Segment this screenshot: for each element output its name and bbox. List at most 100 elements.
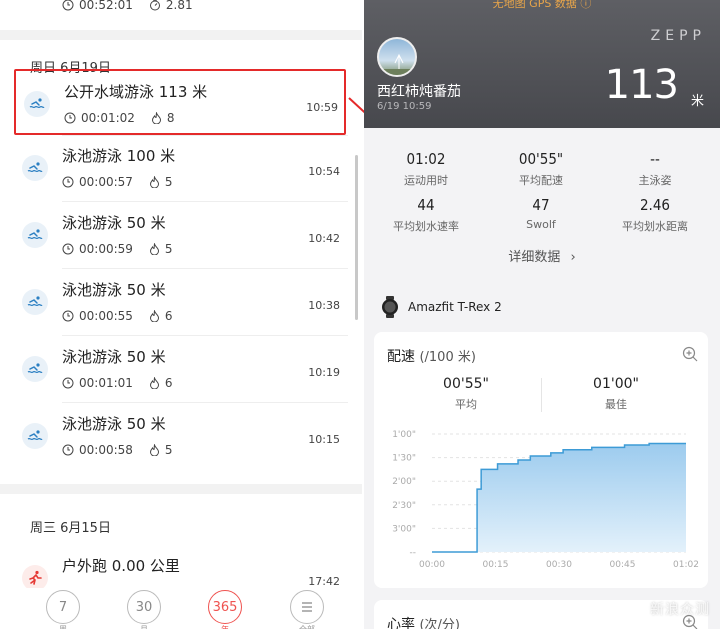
flame-icon bbox=[149, 176, 159, 188]
gps-note[interactable]: 无地图 GPS 数据 ⓘ bbox=[364, 0, 720, 11]
x-tick-label: 00:15 bbox=[483, 560, 509, 570]
item-duration: 00:01:01 bbox=[79, 376, 133, 390]
section-separator bbox=[0, 484, 362, 494]
item-meta: 00:01:02 8 bbox=[64, 111, 191, 125]
tab-month-label: 月 bbox=[127, 624, 161, 629]
user-name: 西红柿炖番茄 bbox=[377, 84, 461, 100]
stat-main-stroke: -- 主泳姿 bbox=[638, 150, 672, 187]
period-tabbar: 7 周 30 月 365 年 全部 bbox=[0, 588, 362, 629]
heart-rate-card-title: 心率 (次/分) bbox=[387, 617, 460, 629]
list-item[interactable]: 泳池游泳 50 米 00:01:01 6 10:19 bbox=[14, 336, 346, 402]
distance-value: 113 bbox=[604, 62, 679, 108]
item-calories: 6 bbox=[164, 309, 173, 323]
watch-icon bbox=[382, 296, 398, 318]
clock-icon bbox=[62, 310, 74, 322]
tab-year-label: 年 bbox=[208, 624, 242, 629]
item-time: 10:42 bbox=[308, 232, 340, 245]
stat-stroke-rate: 44 平均划水速率 bbox=[393, 196, 459, 233]
x-tick-label: 00:30 bbox=[546, 560, 572, 570]
item-title: 泳池游泳 50 米 bbox=[62, 415, 166, 433]
swim-icon bbox=[24, 91, 50, 117]
tab-week-label: 周 bbox=[46, 624, 80, 629]
y-tick-label: 1'00" bbox=[392, 430, 416, 440]
avatar[interactable] bbox=[377, 37, 417, 77]
item-time: 10:38 bbox=[308, 299, 340, 312]
list-item[interactable]: 泳池游泳 100 米 00:00:57 5 10:54 bbox=[14, 135, 346, 201]
pace-best: 01'00" 最佳 bbox=[593, 376, 639, 411]
item-title: 泳池游泳 100 米 bbox=[62, 147, 176, 165]
clock-icon bbox=[62, 444, 74, 456]
y-tick-label: 3'00" bbox=[392, 524, 416, 534]
item-time: 10:54 bbox=[308, 165, 340, 178]
y-tick-label: -- bbox=[410, 548, 417, 558]
item-meta: 00:00:59 5 bbox=[62, 242, 189, 256]
clock-icon bbox=[62, 243, 74, 255]
item-title: 公开水域游泳 113 米 bbox=[64, 83, 208, 101]
flame-icon bbox=[149, 310, 159, 322]
item-calories: 5 bbox=[164, 175, 173, 189]
list-item[interactable]: 泳池游泳 50 米 00:00:59 5 10:42 bbox=[14, 202, 346, 268]
tab-year[interactable]: 365 bbox=[208, 590, 242, 624]
pace-avg: 00'55" 平均 bbox=[443, 376, 489, 411]
swim-icon bbox=[22, 423, 48, 449]
x-tick-label: 01:02 bbox=[673, 560, 699, 570]
detail-data-link[interactable]: 详细数据 › bbox=[364, 246, 720, 265]
pace-card: 配速 (/100 米) 00'55" 平均 01'00" 最佳 1'00" 1'3… bbox=[374, 332, 708, 588]
tab-week[interactable]: 7 bbox=[46, 590, 80, 624]
pace-area bbox=[432, 443, 686, 552]
item-meta: 00:00:58 5 bbox=[62, 443, 189, 457]
tab-all[interactable] bbox=[290, 590, 324, 624]
item-duration: 00:00:55 bbox=[79, 309, 133, 323]
item-time: 10:59 bbox=[306, 101, 338, 114]
item-time: 10:15 bbox=[308, 433, 340, 446]
distance-unit: 米 bbox=[690, 94, 704, 109]
item-duration: 00:01:02 bbox=[81, 111, 135, 125]
device-name: Amazfit T-Rex 2 bbox=[408, 300, 502, 314]
item-title: 泳池游泳 50 米 bbox=[62, 214, 166, 232]
y-tick-label: 2'30" bbox=[392, 501, 416, 511]
list-item[interactable]: 公开水域游泳 113 米 00:01:02 8 10:59 bbox=[14, 69, 346, 135]
item-meta: 00:52:01 2.81 bbox=[62, 0, 209, 12]
flame-icon bbox=[149, 243, 159, 255]
item-calories: 5 bbox=[164, 242, 173, 256]
zoom-in-icon[interactable] bbox=[682, 346, 698, 362]
list-item[interactable]: 泳池游泳 50 米 00:00:58 5 10:15 bbox=[14, 403, 346, 469]
stat-swolf: 47 Swolf bbox=[526, 196, 556, 231]
item-time: 17:42 bbox=[308, 575, 340, 588]
item-calories: 6 bbox=[164, 376, 173, 390]
stat-avg-pace: 00'55" 平均配速 bbox=[518, 150, 564, 187]
item-value: 2.81 bbox=[165, 0, 193, 12]
watermark: 新浪众测 bbox=[650, 602, 710, 618]
clock-icon bbox=[62, 176, 74, 188]
item-duration: 00:00:57 bbox=[79, 175, 133, 189]
workout-datetime: 6/19 10:59 bbox=[377, 101, 432, 112]
item-title: 泳池游泳 50 米 bbox=[62, 281, 166, 299]
date-header: 周三 6月15日 bbox=[30, 521, 111, 536]
list-item[interactable]: 00:52:01 2.81 bbox=[14, 0, 346, 24]
chevron-right-icon: › bbox=[570, 250, 576, 265]
pace-chart[interactable]: 1'00" 1'30" 2'00" 2'30" 3'00" --00:00 00:15 00:… bbox=[374, 424, 708, 584]
swim-icon bbox=[22, 222, 48, 248]
stat-duration: 01:02 运动用时 bbox=[404, 150, 448, 187]
item-title: 户外跑 0.00 公里 bbox=[62, 557, 180, 575]
swim-icon bbox=[22, 356, 48, 382]
clock-icon bbox=[62, 0, 74, 11]
item-meta: 00:00:55 6 bbox=[62, 309, 189, 323]
y-tick-label: 1'30" bbox=[392, 454, 416, 464]
clock-icon bbox=[64, 112, 76, 124]
swim-icon bbox=[22, 289, 48, 315]
item-meta: 00:01:01 6 bbox=[62, 376, 189, 390]
device-info: Amazfit T-Rex 2 bbox=[380, 296, 502, 318]
activity-list-panel: 00:52:01 2.81 周日 6月19日 公开水域游泳 113 米 00:01… bbox=[0, 0, 362, 629]
item-duration: 00:52:01 bbox=[79, 0, 133, 12]
swim-icon bbox=[22, 155, 48, 181]
workout-detail-panel: 无地图 GPS 数据 ⓘ ZEPP 西红柿炖番茄 6/19 10:59 113 … bbox=[364, 0, 720, 629]
tab-month[interactable]: 30 bbox=[127, 590, 161, 624]
flame-icon bbox=[149, 377, 159, 389]
list-item[interactable]: 泳池游泳 50 米 00:00:55 6 10:38 bbox=[14, 269, 346, 335]
scrollbar[interactable] bbox=[355, 155, 358, 320]
pace-card-title: 配速 (/100 米) bbox=[387, 349, 476, 365]
flame-icon bbox=[151, 112, 161, 124]
y-tick-label: 2'00" bbox=[392, 477, 416, 487]
detail-header: 无地图 GPS 数据 ⓘ ZEPP 西红柿炖番茄 6/19 10:59 113 … bbox=[364, 0, 720, 128]
